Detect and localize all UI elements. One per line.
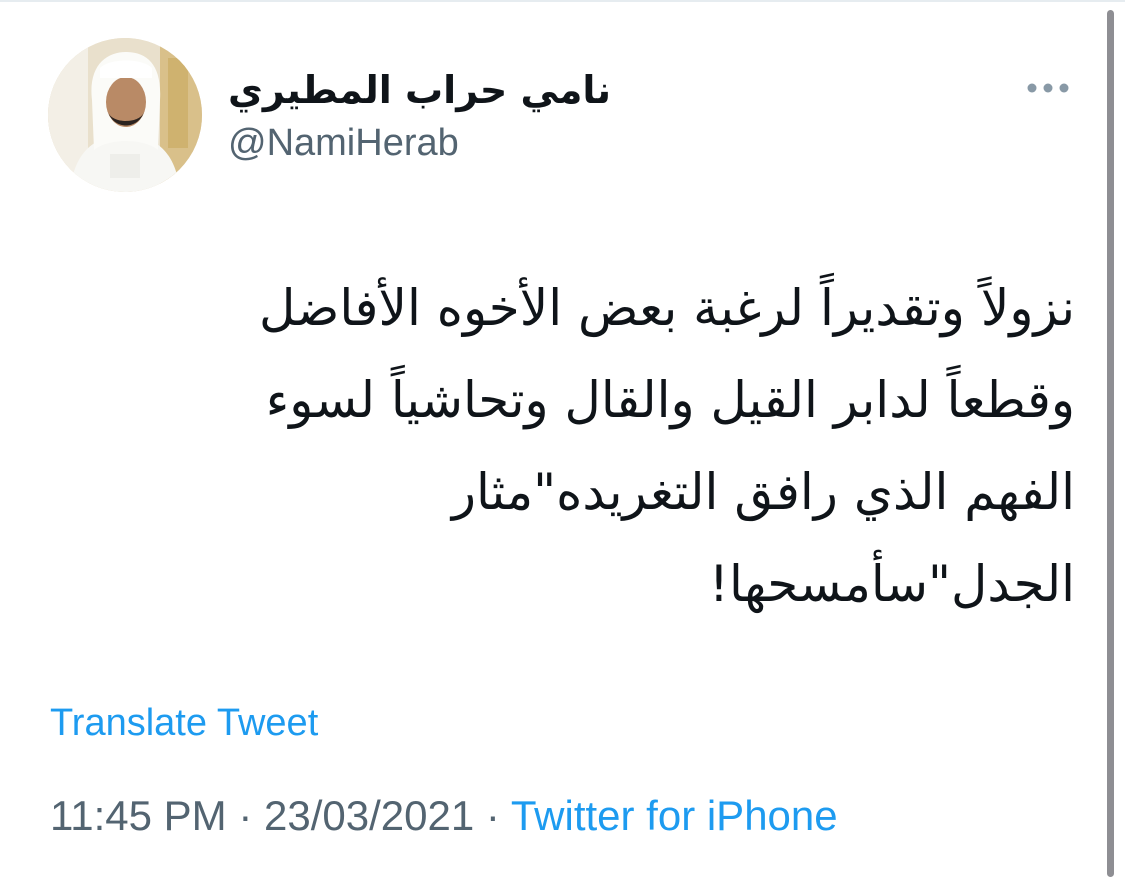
tweet-time[interactable]: 11:45 PM (50, 792, 227, 839)
tweet-metadata: 11:45 PM · 23/03/2021 · Twitter for iPho… (50, 790, 838, 842)
author-handle[interactable]: @NamiHerab (228, 119, 459, 167)
tweet-date[interactable]: 23/03/2021 (264, 792, 474, 839)
meta-separator: · (238, 792, 253, 839)
top-divider (0, 0, 1125, 2)
meta-separator: · (485, 792, 500, 839)
scrollbar[interactable] (1107, 10, 1114, 877)
tweet-text: نزولاً وتقديراً لرغبة بعض الأخوه الأفاضل… (259, 279, 1075, 613)
more-options-button[interactable] (1022, 70, 1074, 106)
avatar[interactable] (48, 38, 202, 192)
author-display-name[interactable]: نامي حراب المطيري (228, 64, 611, 116)
translate-tweet-link[interactable]: Translate Tweet (50, 700, 318, 746)
profile-photo-icon (48, 38, 202, 192)
more-horizontal-icon (1027, 83, 1069, 93)
tweet-source-link[interactable]: Twitter for iPhone (511, 792, 838, 839)
